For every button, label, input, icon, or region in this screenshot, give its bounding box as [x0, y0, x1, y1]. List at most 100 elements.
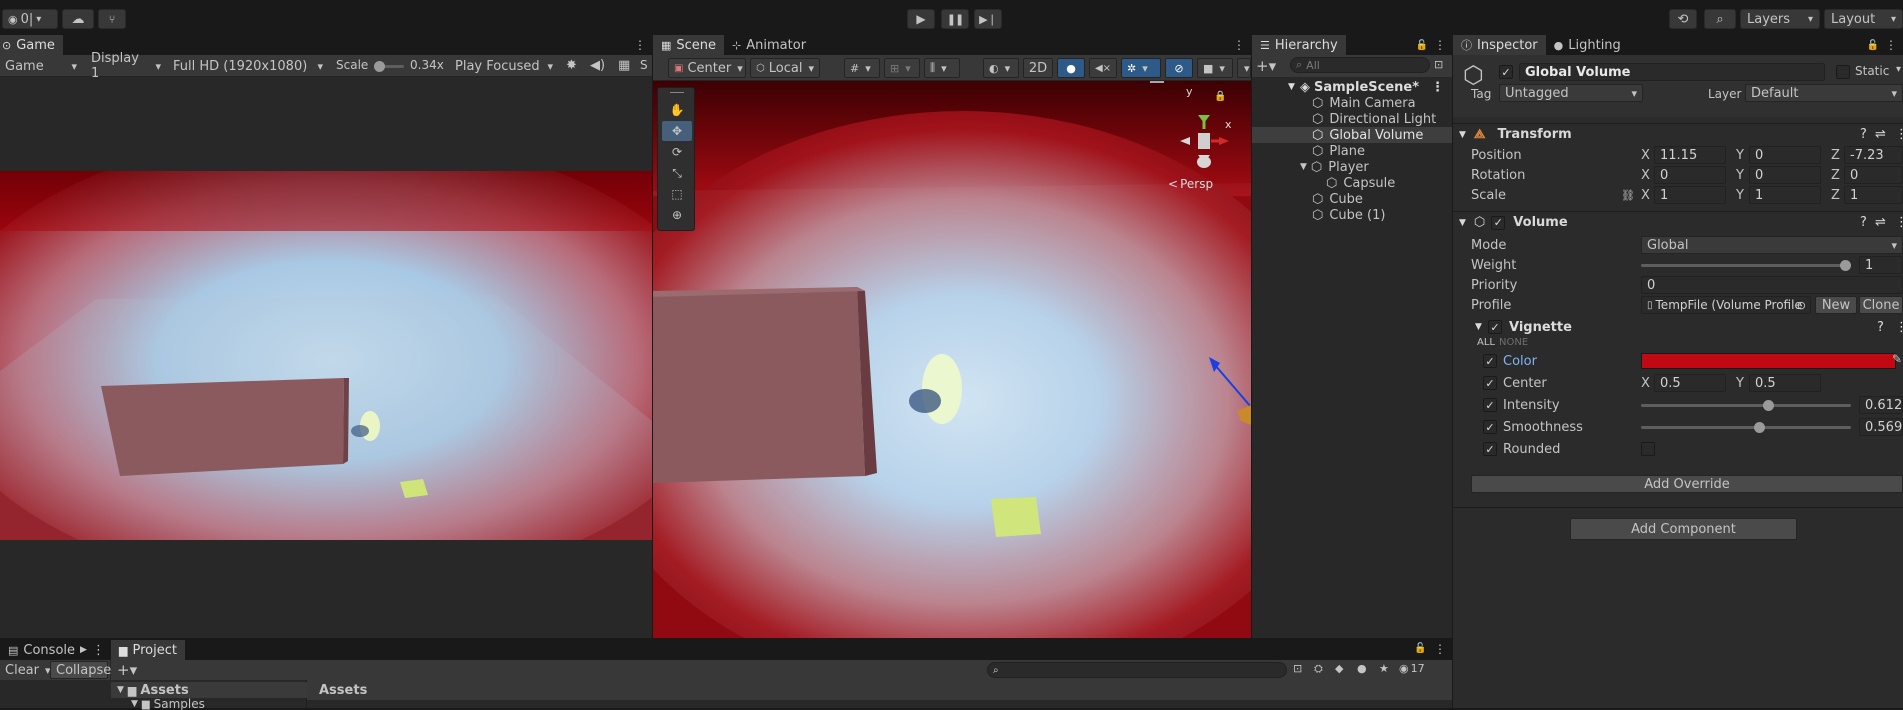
search-by-type-icon[interactable]: ⊡ [1293, 662, 1302, 675]
bug-icon[interactable]: ✸ [566, 58, 577, 73]
resolution-dropdown[interactable]: Full HD (1920x1080) [168, 56, 328, 76]
hierarchy-item-main-camera[interactable]: ⬡ Main Camera [1252, 95, 1452, 111]
game-mode-dropdown[interactable]: Game [0, 56, 82, 76]
tab-lighting[interactable]: ● Lighting [1545, 35, 1629, 55]
gizmos-dropdown[interactable] [1237, 58, 1251, 78]
search-button[interactable]: ⌕ [1704, 9, 1736, 29]
lock-icon[interactable]: 🔓 [1414, 643, 1426, 654]
weight-field[interactable]: 1 [1859, 256, 1903, 274]
increment-snap-dropdown[interactable]: ⊞ [884, 58, 920, 78]
gameobject-icon[interactable]: ⬡ [1463, 61, 1484, 89]
space-dropdown[interactable]: ⬡ Local [750, 58, 820, 78]
smoothness-override-checkbox[interactable]: ✓ [1483, 420, 1497, 434]
move-tool[interactable]: ✥ [662, 121, 692, 141]
assets-folder-item[interactable]: ▼ ▆ Assets [111, 682, 307, 698]
transform-header[interactable]: ▼ ⟁ Transform ? ⇌ ⋮ [1453, 123, 1903, 145]
preset-icon[interactable]: ⇌ [1875, 215, 1886, 230]
scale-z-field[interactable]: 1 [1844, 186, 1903, 204]
rotation-x-field[interactable]: 0 [1654, 166, 1726, 184]
scale-x-field[interactable]: 1 [1654, 186, 1726, 204]
lock-icon[interactable]: 🔒 [1214, 91, 1226, 102]
add-object-button[interactable]: +▾ [1256, 57, 1276, 75]
collapse-button[interactable]: Collapse [50, 661, 111, 679]
profile-field[interactable]: ▯ TempFile (Volume Profile ⊙ [1641, 296, 1811, 314]
rounded-override-checkbox[interactable]: ✓ [1483, 442, 1497, 456]
new-profile-button[interactable]: New [1815, 296, 1857, 314]
weight-slider-knob[interactable] [1840, 260, 1851, 271]
scale-tool[interactable]: ⤡ [662, 163, 692, 183]
more-options-icon[interactable]: ⋮ [1895, 215, 1903, 230]
static-checkbox[interactable] [1836, 65, 1850, 79]
object-picker-icon[interactable]: ⊙ [1797, 299, 1806, 312]
more-options-icon[interactable]: ⋮ [1434, 642, 1446, 656]
more-options-icon[interactable]: ⋮ [1895, 127, 1903, 142]
warning-icon[interactable]: ● [1357, 662, 1367, 675]
hierarchy-item-cube[interactable]: ⬡ Cube [1252, 191, 1452, 207]
toggle-2d-button[interactable]: 2D [1023, 58, 1053, 78]
more-options-icon[interactable]: ⋮ [1879, 38, 1903, 52]
hierarchy-item-cube-1[interactable]: ⬡ Cube (1) [1252, 207, 1452, 223]
collab-button[interactable]: ⑂ [98, 9, 126, 29]
tab-scene[interactable]: ▦ Scene [653, 35, 725, 55]
game-viewport[interactable] [0, 171, 652, 540]
lock-icon[interactable]: 🔓 [1416, 40, 1428, 51]
all-button[interactable]: ALL [1477, 337, 1495, 348]
vignette-color-swatch[interactable] [1641, 353, 1896, 369]
hierarchy-item-global-volume[interactable]: ⬡ Global Volume [1252, 127, 1452, 143]
smoothness-field[interactable]: 0.569 [1859, 418, 1903, 436]
create-asset-button[interactable]: +▾ [117, 661, 137, 679]
rotation-z-field[interactable]: 0 [1844, 166, 1903, 184]
tag-dropdown[interactable]: Untagged [1499, 84, 1643, 102]
more-options-icon[interactable]: ⋮ [1895, 320, 1903, 335]
chevron-down-icon[interactable]: ▾ [1896, 64, 1901, 75]
object-name-input[interactable]: Global Volume [1519, 63, 1825, 81]
add-component-button[interactable]: Add Component [1570, 518, 1797, 540]
audio-toggle[interactable]: ◀× [1089, 58, 1117, 78]
hidden-objects-toggle[interactable]: ⊘ [1165, 58, 1193, 78]
position-z-field[interactable]: -7.23 [1844, 146, 1903, 164]
tab-hierarchy[interactable]: ☰ Hierarchy [1252, 35, 1346, 55]
hierarchy-search-input[interactable]: ⌕ All [1290, 57, 1430, 73]
color-override-checkbox[interactable]: ✓ [1483, 354, 1497, 368]
pivot-dropdown[interactable]: ▣ Center [668, 58, 746, 78]
help-icon[interactable]: ? [1860, 127, 1867, 142]
center-x-field[interactable]: 0.5 [1654, 374, 1726, 392]
center-override-checkbox[interactable]: ✓ [1483, 376, 1497, 390]
filter-icon[interactable]: ⊡ [1434, 58, 1443, 71]
tab-inspector[interactable]: ⓘ Inspector [1453, 35, 1546, 55]
type-filter-icon[interactable]: ⛭ [1314, 662, 1323, 676]
rect-tool[interactable]: ⬚ [662, 184, 692, 204]
camera-dropdown[interactable]: ■ [1197, 58, 1233, 78]
label-filter-icon[interactable]: ◆ [1335, 662, 1343, 675]
hand-tool[interactable]: ✋ [662, 100, 692, 120]
clear-dropdown[interactable]: Clear [0, 661, 48, 679]
step-button[interactable]: ▶❘ [974, 9, 1002, 29]
weight-slider[interactable] [1641, 264, 1851, 267]
intensity-field[interactable]: 0.612 [1859, 396, 1903, 414]
scale-slider-knob[interactable] [374, 61, 385, 72]
center-y-field[interactable]: 0.5 [1749, 374, 1821, 392]
lock-icon[interactable]: 🔓 [1867, 40, 1879, 51]
tab-animator[interactable]: ⊹ Animator [724, 35, 815, 55]
samples-folder-item[interactable]: ▼ ▆ Samples [111, 698, 307, 710]
more-options-icon[interactable]: ⋮ [1428, 38, 1452, 52]
clone-profile-button[interactable]: Clone [1859, 296, 1903, 314]
effects-dropdown[interactable]: ✲ [1121, 58, 1161, 78]
volume-enabled-checkbox[interactable]: ✓ [1491, 215, 1506, 230]
hidden-packages-toggle[interactable]: ◉ 17 [1399, 662, 1425, 675]
help-icon[interactable]: ? [1877, 320, 1884, 335]
more-options-icon[interactable]: ⋮ [92, 643, 105, 658]
vignette-enabled-checkbox[interactable]: ✓ [1488, 320, 1502, 334]
transform-tool[interactable]: ⊕ [662, 205, 692, 225]
lighting-toggle[interactable]: ● [1057, 58, 1085, 78]
tab-console[interactable]: ▤ Console ▶ ⋮ [0, 640, 113, 660]
help-icon[interactable]: ? [1860, 215, 1867, 230]
project-search-input[interactable]: ⌕ [987, 662, 1287, 678]
intensity-override-checkbox[interactable]: ✓ [1483, 398, 1497, 412]
smoothness-slider[interactable] [1641, 426, 1851, 429]
shading-dropdown[interactable]: ◐ [983, 58, 1019, 78]
pause-button[interactable]: ❚❚ [941, 9, 969, 29]
play-mode-dropdown[interactable]: Play Focused [450, 56, 558, 76]
add-override-button[interactable]: Add Override [1471, 475, 1903, 493]
display-dropdown[interactable]: Display 1 [86, 51, 166, 81]
